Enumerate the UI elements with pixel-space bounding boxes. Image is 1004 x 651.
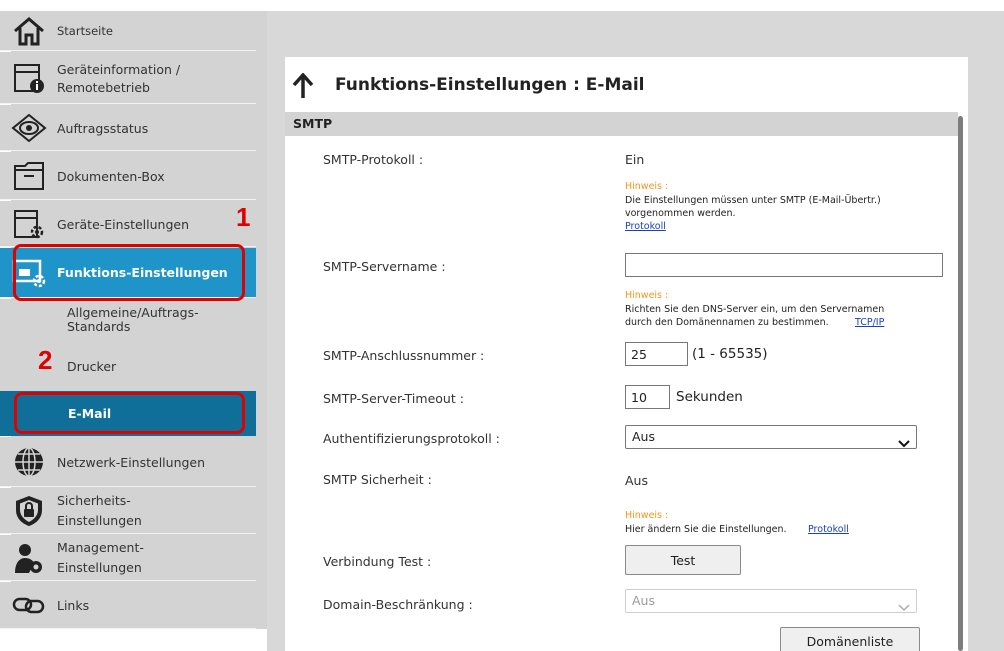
domain-restriction-label: Domain-Beschränkung : bbox=[323, 597, 473, 612]
callout-box-funktions-einstellungen bbox=[13, 244, 245, 301]
domain-list-button[interactable]: Domänenliste bbox=[780, 627, 920, 651]
sidebar-subitem-label: Drucker bbox=[67, 359, 117, 374]
sidebar-item-netzwerk-einstellungen[interactable]: Netzwerk-Einstellungen bbox=[0, 437, 256, 487]
sidebar-item-label: Startseite bbox=[57, 24, 113, 38]
sidebar-item-label: Management- bbox=[57, 540, 144, 555]
hint-text: Die Einstellungen müssen unter SMTP (E-M… bbox=[625, 195, 881, 219]
folder-icon bbox=[10, 159, 48, 193]
sidebar-item-auftragsstatus[interactable]: Auftragsstatus bbox=[0, 105, 256, 151]
callout-number-2: 2 bbox=[38, 345, 53, 375]
sidebar-item-management-einstellungen[interactable]: Management- Einstellungen bbox=[0, 535, 256, 581]
sidebar-item-label-line2: Remotebetrieb bbox=[57, 80, 150, 95]
smtp-timeout-input[interactable] bbox=[625, 385, 670, 409]
smtp-servername-label: SMTP-Servername : bbox=[323, 259, 446, 274]
connection-test-label: Verbindung Test : bbox=[323, 554, 432, 569]
sidebar-item-label: Links bbox=[57, 598, 90, 613]
domain-restriction-select: Aus bbox=[625, 589, 917, 613]
sidebar-item-device-info[interactable]: Geräteinformation / Remotebetrieb bbox=[0, 52, 256, 104]
smtp-timeout-unit: Sekunden bbox=[676, 389, 743, 405]
sidebar-subitem-allgemeine[interactable]: Allgemeine/Auftrags- Standards bbox=[0, 299, 256, 345]
sidebar-item-label: Geräte-Einstellungen bbox=[57, 217, 190, 232]
link-icon bbox=[10, 588, 48, 622]
smtp-security-label: SMTP Sicherheit : bbox=[323, 472, 432, 487]
sidebar-item-label: Sicherheits- bbox=[57, 493, 131, 508]
page-title-row: Funktions-Einstellungen : E-Mail bbox=[285, 57, 968, 112]
device-settings-icon bbox=[10, 207, 48, 241]
auth-protocol-selected: Aus bbox=[632, 429, 655, 444]
tcpip-link[interactable]: TCP/IP bbox=[855, 316, 884, 329]
user-gear-icon bbox=[10, 541, 48, 575]
smtp-port-range: (1 - 65535) bbox=[692, 346, 768, 362]
eye-icon bbox=[10, 111, 48, 145]
auth-protocol-label: Authentifizierungsprotokoll : bbox=[323, 431, 500, 446]
section-title: SMTP bbox=[293, 116, 333, 131]
home-icon bbox=[10, 14, 48, 48]
sidebar-item-label: Dokumenten-Box bbox=[57, 169, 165, 184]
callout-number-1: 1 bbox=[236, 202, 251, 232]
smtp-timeout-label: SMTP-Server-Timeout : bbox=[323, 391, 464, 406]
sidebar-item-label-line2: Einstellungen bbox=[57, 513, 142, 528]
globe-icon bbox=[10, 445, 48, 479]
smtp-protocol-label: SMTP-Protokoll : bbox=[323, 152, 424, 167]
smtp-port-label: SMTP-Anschlussnummer : bbox=[323, 348, 485, 363]
chevron-down-icon bbox=[898, 433, 910, 455]
test-button[interactable]: Test bbox=[625, 545, 741, 575]
protokoll-link[interactable]: Protokoll bbox=[625, 220, 666, 233]
smtp-port-input[interactable] bbox=[625, 342, 688, 366]
sidebar-item-label: Auftragsstatus bbox=[57, 121, 149, 136]
sidebar-item-links[interactable]: Links bbox=[0, 582, 256, 629]
sidebar-item-label: Netzwerk-Einstellungen bbox=[57, 455, 206, 470]
sidebar-subitem-label-line2: Standards bbox=[67, 319, 131, 334]
sidebar-item-label-line2: Einstellungen bbox=[57, 560, 142, 575]
hint-title: Hinweis : bbox=[625, 510, 669, 521]
smtp-security-value: Aus bbox=[625, 473, 648, 488]
sidebar-item-startseite[interactable]: Startseite bbox=[0, 11, 256, 51]
section-header: SMTP bbox=[285, 112, 958, 136]
domain-restriction-selected: Aus bbox=[632, 593, 655, 608]
sidebar-item-label: Geräteinformation / bbox=[57, 62, 181, 77]
callout-box-email bbox=[14, 392, 245, 434]
hint-text: Hier ändern Sie die Einstellungen. bbox=[625, 524, 787, 535]
scrollbar-thumb[interactable] bbox=[958, 116, 963, 651]
sidebar-subitem-label: Allgemeine/Auftrags- bbox=[67, 305, 199, 320]
protokoll-link-security[interactable]: Protokoll bbox=[808, 523, 849, 536]
device-info-icon bbox=[10, 61, 48, 95]
page-title: Funktions-Einstellungen : E-Mail bbox=[335, 74, 645, 95]
sidebar-item-sicherheits-einstellungen[interactable]: Sicherheits- Einstellungen bbox=[0, 488, 256, 534]
shield-lock-icon bbox=[10, 494, 48, 528]
auth-protocol-select[interactable]: Aus bbox=[625, 425, 917, 449]
smtp-protocol-value: Ein bbox=[625, 152, 645, 167]
hint-title: Hinweis : bbox=[625, 181, 669, 192]
smtp-servername-input[interactable] bbox=[625, 253, 943, 277]
hint-title: Hinweis : bbox=[625, 290, 669, 301]
sidebar-item-dokumenten-box[interactable]: Dokumenten-Box bbox=[0, 152, 256, 200]
sidebar-item-geraete-einstellungen[interactable]: Geräte-Einstellungen bbox=[0, 201, 256, 247]
chevron-down-icon bbox=[898, 597, 910, 619]
